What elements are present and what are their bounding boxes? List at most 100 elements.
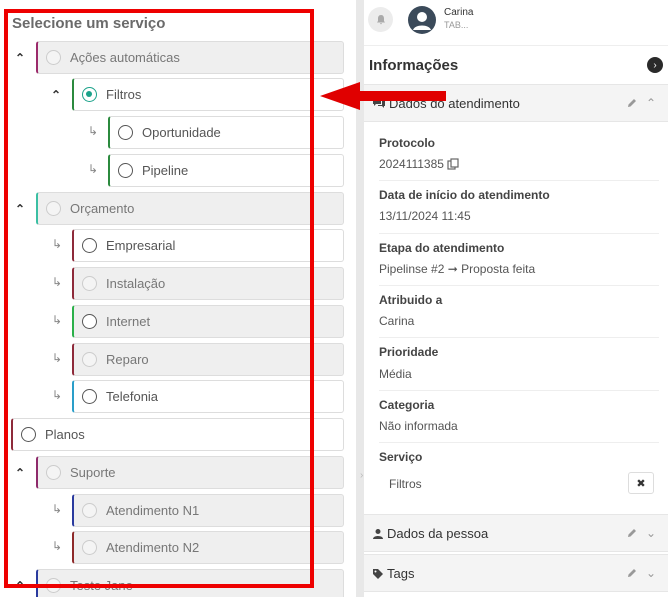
service-item[interactable]: Instalação xyxy=(72,267,344,300)
field-value: Média xyxy=(379,367,412,381)
field-label: Categoria xyxy=(379,398,435,412)
radio-icon[interactable] xyxy=(82,314,97,329)
pencil-icon[interactable] xyxy=(626,527,638,539)
chevron-up-icon[interactable]: ⌃ xyxy=(13,51,27,65)
chevron-down-icon[interactable]: ⌄ xyxy=(646,526,656,540)
radio-icon[interactable] xyxy=(118,163,133,178)
sub-arrow-icon: ↳ xyxy=(52,388,63,402)
service-item[interactable]: Atendimento N2 xyxy=(72,531,344,564)
section-tags-header[interactable]: Tags ⌄ xyxy=(364,554,668,592)
service-item[interactable]: Planos xyxy=(11,418,344,451)
divider xyxy=(379,337,659,338)
service-label: Planos xyxy=(45,427,85,442)
tag-icon xyxy=(373,568,383,579)
chevron-up-icon[interactable]: ⌃ xyxy=(13,202,27,216)
radio-icon[interactable] xyxy=(82,352,97,367)
section-pessoa-header[interactable]: Dados da pessoa ⌄ xyxy=(364,514,668,552)
radio-icon[interactable] xyxy=(46,578,61,593)
service-label: Atendimento N1 xyxy=(106,503,200,518)
divider xyxy=(379,390,659,391)
radio-icon[interactable] xyxy=(82,503,97,518)
arrow-right-circle-icon[interactable]: › xyxy=(647,57,663,73)
sub-arrow-icon: ↳ xyxy=(52,237,63,251)
service-item[interactable]: Atendimento N1 xyxy=(72,494,344,527)
pencil-icon[interactable] xyxy=(626,567,638,579)
service-item[interactable]: Suporte xyxy=(36,456,344,489)
field-label: Protocolo xyxy=(379,136,435,150)
chevron-down-icon[interactable]: ⌄ xyxy=(646,566,656,580)
service-item[interactable]: Oportunidade xyxy=(108,116,344,149)
service-label: Oportunidade xyxy=(142,125,221,140)
radio-icon[interactable] xyxy=(82,389,97,404)
divider xyxy=(379,180,659,181)
sub-arrow-icon: ↳ xyxy=(88,162,99,176)
sub-arrow-icon: ↳ xyxy=(52,313,63,327)
service-item[interactable]: Telefonia xyxy=(72,380,344,413)
section-label: Tags xyxy=(372,566,414,581)
service-item[interactable]: Empresarial xyxy=(72,229,344,262)
copy-icon[interactable] xyxy=(447,158,459,170)
radio-checked-icon[interactable] xyxy=(82,87,97,102)
radio-icon[interactable] xyxy=(82,276,97,291)
radio-icon[interactable] xyxy=(46,465,61,480)
field-label: Serviço xyxy=(379,450,423,464)
service-value: Filtros xyxy=(389,477,422,491)
service-item[interactable]: Pipeline xyxy=(108,154,344,187)
service-item[interactable]: Ações automáticas xyxy=(36,41,344,74)
radio-icon[interactable] xyxy=(21,427,36,442)
divider xyxy=(379,442,659,443)
service-label: Instalação xyxy=(106,276,166,291)
chevron-up-icon[interactable]: ⌃ xyxy=(13,466,27,480)
field-label: Data de início do atendimento xyxy=(379,188,550,202)
pencil-icon[interactable] xyxy=(626,97,638,109)
service-label: Atendimento N2 xyxy=(106,540,200,555)
avatar[interactable] xyxy=(408,6,436,34)
annotation-arrow-icon xyxy=(320,82,446,110)
field-value: Não informada xyxy=(379,419,458,433)
divider xyxy=(379,285,659,286)
service-item[interactable]: Internet xyxy=(72,305,344,338)
bell-icon[interactable] xyxy=(368,7,393,32)
sub-arrow-icon: ↳ xyxy=(52,351,63,365)
section-label: Dados da pessoa xyxy=(372,526,488,541)
field-label: Prioridade xyxy=(379,345,439,359)
field-value: Carina xyxy=(379,314,415,328)
service-item[interactable]: Filtros xyxy=(72,78,344,111)
protocol-value: 2024111385 xyxy=(379,157,444,171)
service-label: Telefonia xyxy=(106,389,159,404)
service-chip: Filtros ✖ xyxy=(379,469,659,499)
chevron-right-icon[interactable]: › xyxy=(360,470,363,481)
service-label: Suporte xyxy=(70,465,116,480)
service-label: Pipeline xyxy=(142,163,189,178)
radio-icon[interactable] xyxy=(82,238,97,253)
sub-arrow-icon: ↳ xyxy=(88,124,99,138)
service-item[interactable]: Teste Jane xyxy=(36,569,344,597)
service-label: Orçamento xyxy=(70,201,135,216)
divider xyxy=(379,233,659,234)
radio-icon[interactable] xyxy=(46,201,61,216)
service-label: Teste Jane xyxy=(70,578,133,593)
service-label: Filtros xyxy=(106,87,142,102)
remove-service-button[interactable]: ✖ xyxy=(628,472,654,494)
user-bar: Carina TAB... xyxy=(364,0,668,46)
chevron-up-icon[interactable]: ⌃ xyxy=(13,579,27,593)
service-item[interactable]: Reparo xyxy=(72,343,344,376)
sub-arrow-icon: ↳ xyxy=(52,539,63,553)
chevron-up-icon[interactable]: ⌃ xyxy=(646,96,656,110)
radio-icon[interactable] xyxy=(82,540,97,555)
service-label: Internet xyxy=(106,314,151,329)
chevron-up-icon[interactable]: ⌃ xyxy=(49,88,63,102)
info-header: Informações › xyxy=(364,46,668,84)
section-title: Dados da pessoa xyxy=(387,526,489,541)
field-label: Etapa do atendimento xyxy=(379,241,505,255)
service-item[interactable]: Orçamento xyxy=(36,192,344,225)
field-value: 13/11/2024 11:45 xyxy=(379,209,471,223)
field-value: Pipelinse #2 ➞ Proposta feita xyxy=(379,262,536,276)
user-name: Carina xyxy=(444,7,474,18)
service-label: Ações automáticas xyxy=(70,50,180,65)
radio-icon[interactable] xyxy=(118,125,133,140)
sub-arrow-icon: ↳ xyxy=(52,502,63,516)
sub-arrow-icon: ↳ xyxy=(52,275,63,289)
radio-icon[interactable] xyxy=(46,50,61,65)
service-label: Empresarial xyxy=(106,238,176,253)
